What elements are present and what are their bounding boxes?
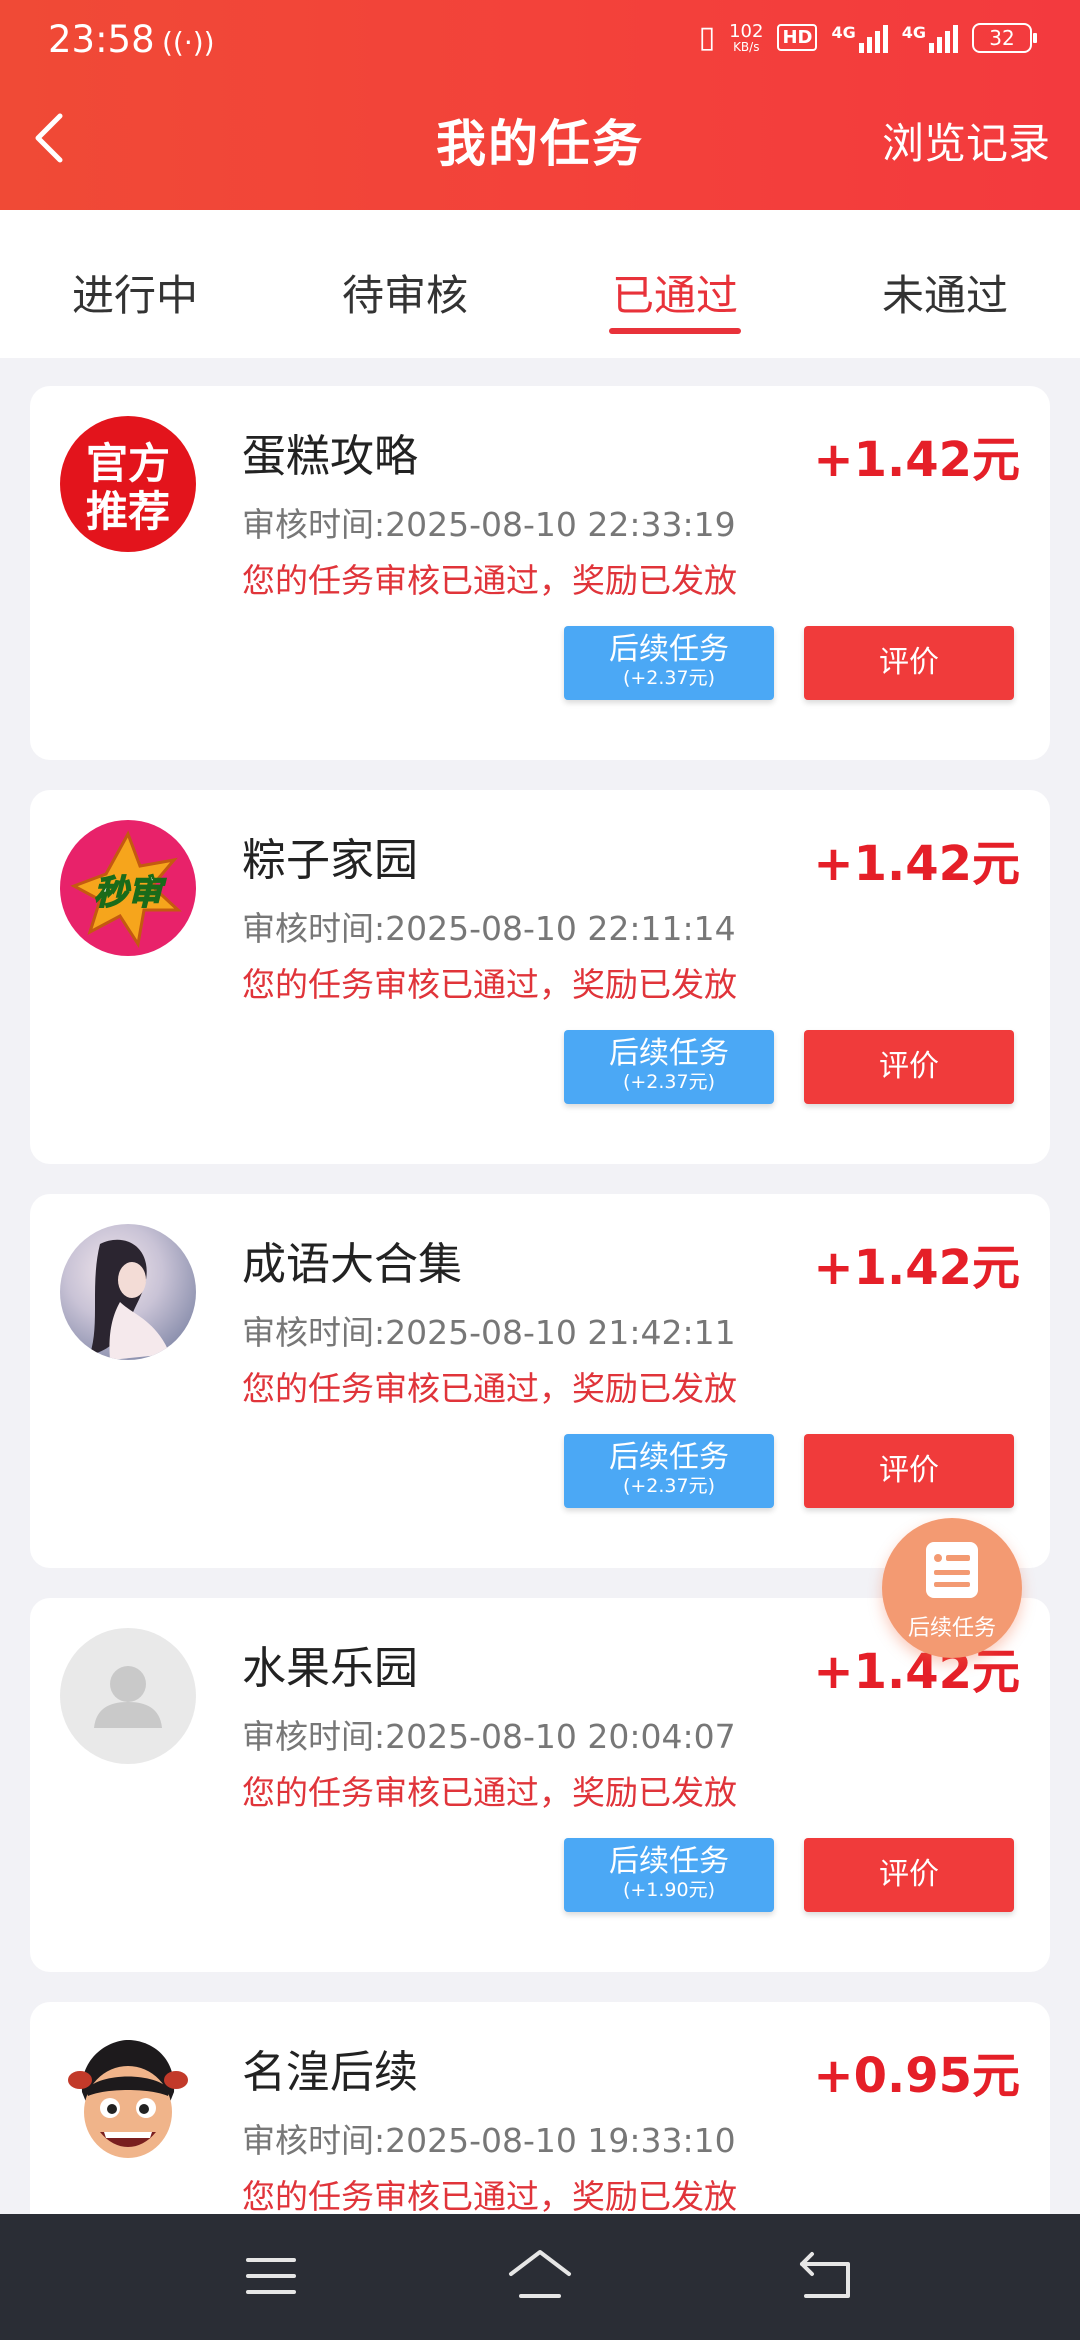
signal-icon-sim2: 4G: [902, 23, 958, 53]
review-time: 审核时间:2025-08-10 22:33:19: [242, 505, 736, 544]
signal-icon-sim1: 4G: [831, 23, 888, 53]
back-nav-button[interactable]: [790, 2244, 860, 2308]
hd-voice-icon: HD: [777, 24, 818, 51]
task-card[interactable]: 秒审 粽子家园 +1.42元 审核时间:2025-08-10 22:11:14 …: [30, 790, 1050, 1164]
follow-up-task-button[interactable]: 后续任务 (+2.37元): [564, 626, 774, 700]
tab-approved[interactable]: 已通过: [540, 210, 810, 358]
hotspot-icon: ((·)): [162, 26, 215, 59]
task-title: 成语大合集: [242, 1239, 462, 1290]
tab-rejected[interactable]: 未通过: [810, 210, 1080, 358]
evaluate-button[interactable]: 评价: [804, 1434, 1014, 1508]
task-title: 名湟后续: [242, 2047, 418, 2098]
reward-amount: +1.42元: [813, 1240, 1020, 1296]
task-title: 蛋糕攻略: [242, 431, 418, 482]
active-tab-indicator: [609, 328, 741, 334]
reward-amount: +0.95元: [813, 2048, 1020, 2104]
evaluate-button[interactable]: 评价: [804, 1030, 1014, 1104]
svg-text:官方: 官方: [86, 439, 170, 488]
home-icon: [509, 2250, 571, 2298]
tab-in-progress[interactable]: 进行中: [0, 210, 270, 358]
tab-pending-review[interactable]: 待审核: [270, 210, 540, 358]
svg-text:秒审: 秒审: [94, 873, 167, 913]
status-tabs: 进行中 待审核 已通过 未通过: [0, 210, 1080, 358]
avatar-official-recommend: 官方 推荐: [60, 416, 196, 552]
default-avatar-icon: [60, 1628, 196, 1764]
status-bar: 23:58 ((·)) ▯ 102 KB/s HD 4G 4G 32: [0, 0, 1080, 84]
evaluate-button[interactable]: 评价: [804, 626, 1014, 700]
review-time: 审核时间:2025-08-10 19:33:10: [242, 2121, 736, 2160]
app-header: 23:58 ((·)) ▯ 102 KB/s HD 4G 4G 32 我的任务 …: [0, 0, 1080, 210]
network-speed: 102 KB/s: [729, 20, 764, 54]
review-status: 您的任务审核已通过，奖励已发放: [242, 1773, 737, 1812]
follow-up-task-button[interactable]: 后续任务 (+2.37元): [564, 1434, 774, 1508]
reward-amount: +1.42元: [813, 432, 1020, 488]
system-navigation-bar: [0, 2214, 1080, 2340]
review-status: 您的任务审核已通过，奖励已发放: [242, 965, 737, 1004]
evaluate-button[interactable]: 评价: [804, 1838, 1014, 1912]
review-status: 您的任务审核已通过，奖励已发放: [242, 1369, 737, 1408]
browse-history-link[interactable]: 浏览记录: [882, 110, 1050, 171]
avatar-cartoon: [60, 2032, 196, 2168]
task-title: 粽子家园: [242, 835, 418, 886]
status-time: 23:58: [48, 18, 155, 61]
back-icon: [800, 2252, 850, 2298]
menu-button[interactable]: [236, 2244, 306, 2308]
battery-icon: 32: [972, 22, 1037, 53]
task-list-icon: [926, 1542, 978, 1598]
task-card[interactable]: 官方 推荐 蛋糕攻略 +1.42元 审核时间:2025-08-10 22:33:…: [30, 386, 1050, 760]
follow-up-task-button[interactable]: 后续任务 (+1.90元): [564, 1838, 774, 1912]
fab-label: 后续任务: [907, 1616, 996, 1641]
follow-up-task-fab[interactable]: 后续任务: [882, 1518, 1022, 1658]
review-time: 审核时间:2025-08-10 21:42:11: [242, 1313, 736, 1352]
review-status: 您的任务审核已通过，奖励已发放: [242, 561, 737, 600]
svg-text:推荐: 推荐: [86, 487, 170, 536]
review-status: 您的任务审核已通过，奖励已发放: [242, 2177, 737, 2216]
home-button[interactable]: [505, 2244, 575, 2308]
status-icons: ▯ 102 KB/s HD 4G 4G 32: [698, 20, 1037, 55]
follow-up-task-button[interactable]: 后续任务 (+2.37元): [564, 1030, 774, 1104]
avatar-instant-review: 秒审: [60, 820, 196, 956]
review-time: 审核时间:2025-08-10 20:04:07: [242, 1717, 736, 1756]
reward-amount: +1.42元: [813, 836, 1020, 892]
menu-icon: [246, 2258, 296, 2294]
vibrate-icon: ▯: [698, 20, 716, 55]
task-title: 水果乐园: [242, 1643, 418, 1694]
task-list: 官方 推荐 蛋糕攻略 +1.42元 审核时间:2025-08-10 22:33:…: [30, 386, 1050, 2340]
review-time: 审核时间:2025-08-10 22:11:14: [242, 909, 736, 948]
task-card[interactable]: 水果乐园 +1.42元 审核时间:2025-08-10 20:04:07 您的任…: [30, 1598, 1050, 1972]
task-card[interactable]: 成语大合集 +1.42元 审核时间:2025-08-10 21:42:11 您的…: [30, 1194, 1050, 1568]
avatar-photo: [60, 1224, 196, 1360]
